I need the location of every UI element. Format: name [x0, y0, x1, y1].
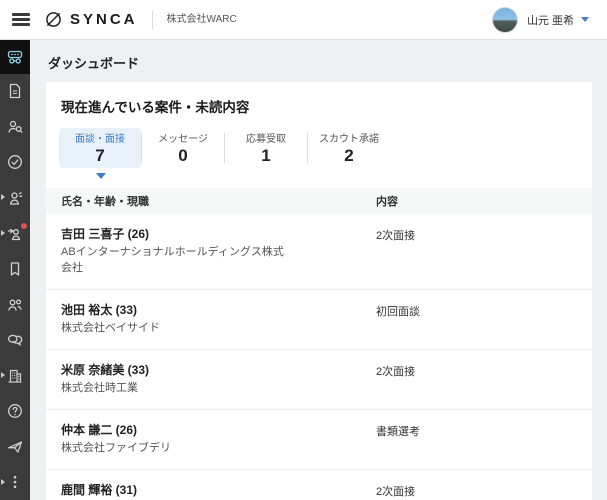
selection-status: 書類選考: [376, 425, 420, 438]
document-icon: [6, 82, 24, 100]
main-area: ダッシュボード 現在進んでいる案件・未読内容 面談・面接 7 メッセージ 0 応募受取 1…: [30, 40, 607, 500]
active-tab-caret-icon: [96, 173, 106, 179]
candidate-name: 鹿間 輝裕 (31): [61, 482, 138, 497]
sidebar-item-building[interactable]: [0, 358, 30, 394]
help-circle-icon: [6, 402, 24, 420]
selection-status: 2次面接: [376, 485, 416, 498]
table-row[interactable]: 鹿間 輝裕 (31)株式会社マネーワーク2次面接: [46, 470, 592, 500]
person-icon: [6, 189, 24, 207]
candidate-name: 吉田 三喜子 (26): [61, 227, 150, 241]
candidate-company: ABインターナショナルホールディングス株式会社: [61, 246, 284, 274]
status-cell: 2次面接: [376, 225, 592, 277]
stat-tab-1[interactable]: メッセージ 0: [142, 128, 224, 168]
chat-bubbles-icon: [6, 331, 24, 349]
sidebar-item-bookmark[interactable]: [0, 251, 30, 287]
tab-count: 0: [178, 146, 188, 166]
stat-tabs: 面談・面接 7 メッセージ 0 応募受取 1 スカウト承諾 2: [59, 128, 592, 168]
section-title: 現在進んでいる案件・未読内容: [61, 100, 250, 115]
sidebar-item-check-circle[interactable]: [0, 145, 30, 181]
sidebar-item-person[interactable]: [0, 180, 30, 216]
selection-status: 2次面接: [376, 365, 416, 378]
dashboard-icon: [6, 48, 24, 66]
expand-arrow-icon: [1, 478, 5, 485]
status-cell: 2次面接: [376, 361, 592, 397]
paper-plane-icon: [6, 438, 24, 456]
people-icon: [6, 296, 24, 314]
table-header: 氏名・年齢・現職 内容: [46, 188, 592, 214]
chevron-down-icon: [581, 17, 589, 22]
more-dots-icon: [6, 473, 24, 491]
synca-logo[interactable]: SYNCA: [44, 10, 138, 29]
tab-label: スカウト承諾: [319, 134, 379, 146]
expand-arrow-icon: [1, 194, 5, 201]
company-name: 株式会社WARC: [151, 10, 237, 29]
table-row[interactable]: 仲本 謙二 (26) 株式会社ファイブデリ 書類選考: [46, 410, 592, 470]
hamburger-menu-icon[interactable]: [12, 13, 30, 26]
sidebar-item-help-circle[interactable]: [0, 393, 30, 429]
stat-tab-2[interactable]: 応募受取 1: [225, 128, 307, 168]
check-circle-icon: [6, 153, 24, 171]
tab-count: 2: [344, 146, 354, 166]
sidebar-item-chat-bubbles[interactable]: [0, 322, 30, 358]
status-cell: 2次面接: [376, 481, 592, 500]
candidate-company: 株式会社ベイサイド: [61, 321, 160, 334]
table-row[interactable]: 米原 奈緒美 (33) 株式会社時工業 2次面接: [46, 350, 592, 410]
table-body: 吉田 三喜子 (26) ABインターナショナルホールディングス株式会社 2次面接 池田…: [46, 214, 592, 500]
person-search-icon: [6, 118, 24, 136]
sidebar-item-document[interactable]: [0, 74, 30, 110]
sidebar-nav: [0, 40, 30, 500]
candidate-name: 池田 裕太 (33): [61, 302, 138, 317]
selection-status: 2次面接: [376, 230, 416, 242]
page-title: ダッシュボード: [48, 56, 140, 71]
stat-tab-3[interactable]: スカウト承諾 2: [308, 128, 390, 168]
stat-tab-0[interactable]: 面談・面接 7: [59, 128, 141, 168]
expand-arrow-icon: [1, 372, 5, 379]
sidebar-item-paper-plane[interactable]: [0, 429, 30, 465]
candidate-company: 株式会社時工業: [61, 381, 138, 394]
selection-status: 初回面談: [376, 305, 420, 318]
tab-label: 面談・面接: [75, 134, 125, 146]
candidate-name: 仲本 謙二 (26): [61, 422, 138, 437]
app-window: SYNCA 株式会社WARC 山元 亜希 ダッシュボード 現在進んでいる案件・未…: [0, 0, 607, 500]
tab-label: メッセージ: [158, 134, 208, 146]
sidebar-item-people[interactable]: [0, 287, 30, 323]
table-row[interactable]: 吉田 三喜子 (26) ABインターナショナルホールディングス株式会社 2次面接: [46, 214, 592, 290]
tab-count: 7: [95, 146, 105, 166]
candidate-cell: 池田 裕太 (33) 株式会社ベイサイド: [46, 301, 376, 337]
status-cell: 初回面談: [376, 301, 592, 337]
column-header-content: 内容: [376, 196, 398, 208]
bookmark-icon: [6, 260, 24, 278]
status-cell: 書類選考: [376, 421, 592, 457]
candidate-cell: 仲本 謙二 (26) 株式会社ファイブデリ: [46, 421, 376, 457]
building-icon: [6, 367, 24, 385]
sidebar-item-person-arrow[interactable]: [0, 216, 30, 252]
sidebar-item-person-search[interactable]: [0, 109, 30, 145]
column-header-name: 氏名・年齢・現職: [61, 196, 149, 208]
table-row[interactable]: 池田 裕太 (33) 株式会社ベイサイド 初回面談: [46, 290, 592, 350]
candidate-company: 株式会社ファイブデリ: [61, 441, 171, 454]
synca-logo-icon: [46, 12, 61, 27]
user-menu[interactable]: 山元 亜希: [491, 6, 589, 33]
top-bar: SYNCA 株式会社WARC 山元 亜希: [0, 0, 607, 40]
tab-label: 応募受取: [246, 134, 286, 146]
sidebar-item-more-dots[interactable]: [0, 464, 30, 500]
user-name: 山元 亜希: [526, 14, 574, 27]
candidate-cell: 吉田 三喜子 (26) ABインターナショナルホールディングス株式会社: [46, 225, 376, 277]
candidate-name: 米原 奈緒美 (33): [61, 362, 150, 377]
sidebar-item-dashboard[interactable]: [0, 40, 30, 74]
notification-dot: [21, 222, 27, 229]
tab-count: 1: [261, 146, 271, 166]
brand-name: SYNCA: [70, 11, 138, 28]
dashboard-card: 現在進んでいる案件・未読内容 面談・面接 7 メッセージ 0 応募受取 1 スカウト承諾 2 …: [45, 81, 593, 500]
user-avatar[interactable]: [491, 6, 518, 33]
candidate-cell: 米原 奈緒美 (33) 株式会社時工業: [46, 361, 376, 397]
candidate-cell: 鹿間 輝裕 (31)株式会社マネーワーク: [46, 481, 376, 500]
expand-arrow-icon: [1, 229, 5, 236]
